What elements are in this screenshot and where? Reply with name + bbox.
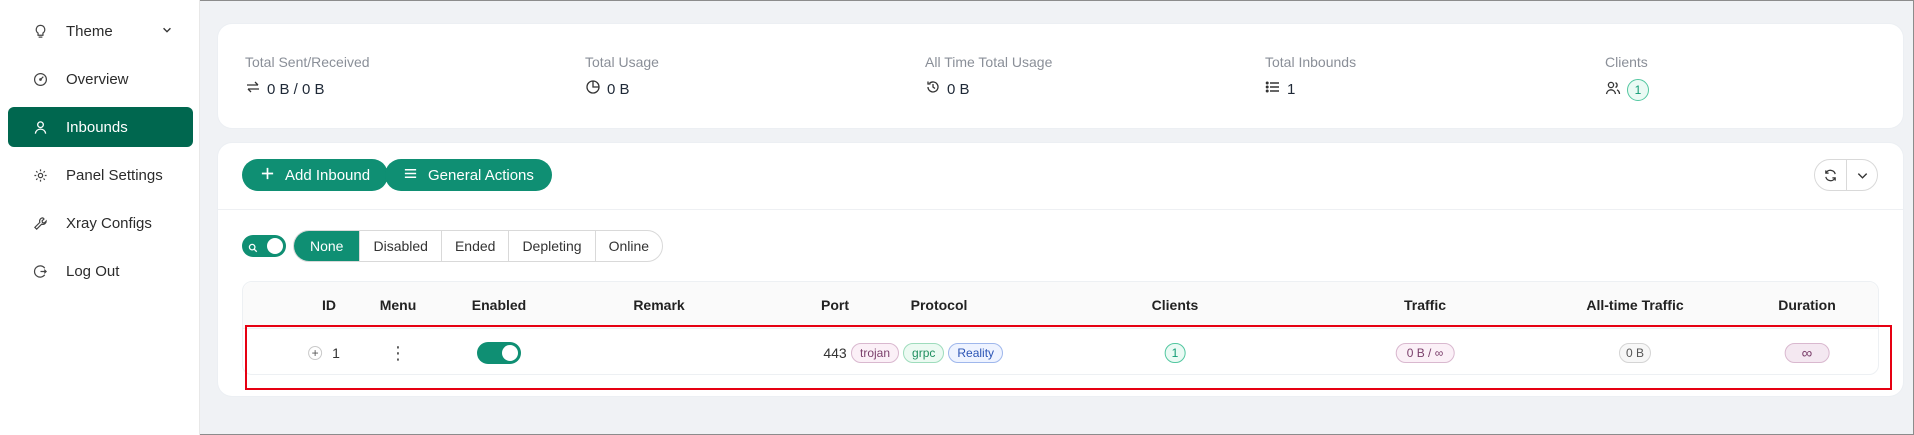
stat-label: Total Inbounds [1265, 54, 1357, 70]
protocol-tag-trojan: trojan [851, 343, 900, 363]
column-header-enabled: Enabled [471, 297, 527, 313]
filter-online[interactable]: Online [594, 231, 662, 261]
table-header: ID Menu Enabled Remark Port Protocol Cli… [243, 282, 1878, 329]
plus-icon [260, 166, 275, 185]
sidebar-item-log-out[interactable]: Log Out [8, 251, 193, 291]
sidebar-item-label: Overview [66, 70, 129, 88]
column-header-id[interactable]: ID [322, 297, 336, 313]
stat-value: 1 [1287, 80, 1296, 98]
protocol-tag-reality: Reality [948, 343, 1004, 363]
stats-card: Total Sent/Received 0 B / 0 B Total Usag… [218, 24, 1903, 128]
tool-icon [32, 215, 48, 231]
swap-icon [245, 79, 261, 99]
sidebar-item-label: Xray Configs [66, 214, 152, 232]
column-header-remark: Remark [633, 297, 685, 313]
dashboard-icon [32, 71, 48, 87]
stat-clients: Clients 1 [1605, 54, 1649, 101]
refresh-icon [1825, 169, 1836, 181]
column-header-duration: Duration [1778, 297, 1836, 313]
search-icon [248, 240, 260, 253]
filter-disabled[interactable]: Disabled [359, 231, 440, 261]
column-header-clients: Clients [1151, 297, 1199, 313]
refresh-button[interactable] [1815, 160, 1846, 190]
inbounds-table: ID Menu Enabled Remark Port Protocol Cli… [242, 281, 1879, 375]
list-icon [1265, 79, 1281, 99]
stat-total-usage: Total Usage 0 B [585, 54, 659, 99]
general-actions-button[interactable]: General Actions [385, 159, 552, 191]
column-header-protocol: Protocol [910, 297, 968, 313]
pie-chart-icon [585, 79, 601, 99]
filter-segmented-control: None Disabled Ended Depleting Online [293, 230, 664, 262]
gear-icon [32, 167, 48, 183]
stat-value: 0 B / 0 B [267, 80, 325, 98]
sidebar: Theme Overview Inbounds Panel Settings X… [0, 0, 200, 435]
stat-label: Clients [1605, 54, 1648, 70]
stat-total-sent-received: Total Sent/Received 0 B / 0 B [245, 54, 370, 99]
filter-ended[interactable]: Ended [440, 231, 508, 261]
traffic-badge: 0 B / ∞ [1395, 343, 1455, 363]
chevron-down-icon [161, 23, 175, 37]
filter-depleting[interactable]: Depleting [508, 231, 594, 261]
team-icon [1605, 80, 1621, 100]
sidebar-item-inbounds[interactable]: Inbounds [8, 107, 193, 147]
stat-label: All Time Total Usage [925, 54, 1053, 70]
history-icon [925, 79, 941, 99]
dropdown-toggle-button[interactable] [1846, 160, 1877, 190]
stat-label: Total Usage [585, 54, 659, 70]
user-icon [32, 119, 48, 135]
inbounds-card: Add Inbound General Actions None Disable… [218, 143, 1903, 396]
stat-total-inbounds: Total Inbounds 1 [1265, 54, 1356, 99]
add-inbound-label: Add Inbound [285, 166, 371, 184]
sidebar-item-label: Log Out [66, 262, 120, 280]
table-row: + 1 ⋮ 443 trojan grpc Reality 1 0 B / ∞ … [243, 330, 1878, 376]
column-header-port: Port [821, 297, 849, 313]
filter-none[interactable]: None [294, 231, 360, 261]
chevron-down-icon [1857, 172, 1867, 179]
add-inbound-button[interactable]: Add Inbound [242, 159, 389, 191]
column-header-all-time-traffic: All-time Traffic [1586, 297, 1684, 313]
sidebar-item-xray-configs[interactable]: Xray Configs [8, 203, 193, 243]
general-actions-label: General Actions [428, 166, 534, 184]
sidebar-item-label: Panel Settings [66, 166, 163, 184]
sidebar-item-label: Inbounds [66, 118, 128, 136]
sidebar-item-overview[interactable]: Overview [8, 59, 193, 99]
stat-label: Total Sent/Received [245, 54, 370, 70]
stat-value: 0 B [947, 80, 970, 98]
stat-all-time-total-usage: All Time Total Usage 0 B [925, 54, 1052, 99]
logout-icon [32, 263, 48, 279]
sidebar-item-panel-settings[interactable]: Panel Settings [8, 155, 193, 195]
stat-value: 0 B [607, 80, 630, 98]
refresh-button-group [1814, 159, 1878, 191]
clients-count-badge: 1 [1627, 79, 1649, 101]
column-header-traffic: Traffic [1403, 297, 1447, 313]
all-time-traffic-badge: 0 B [1618, 343, 1652, 363]
menu-icon [403, 166, 418, 185]
clients-count-badge[interactable]: 1 [1164, 343, 1186, 363]
toolbar-divider [218, 209, 1903, 210]
protocol-tag-grpc: grpc [903, 343, 945, 363]
column-header-menu: Menu [379, 297, 417, 313]
search-mode-toggle[interactable] [242, 235, 286, 257]
duration-badge: ∞ [1784, 343, 1830, 363]
sidebar-item-theme[interactable]: Theme [8, 11, 193, 51]
sidebar-item-label: Theme [66, 22, 113, 40]
toggle-knob [267, 238, 283, 254]
bulb-icon [32, 23, 48, 39]
